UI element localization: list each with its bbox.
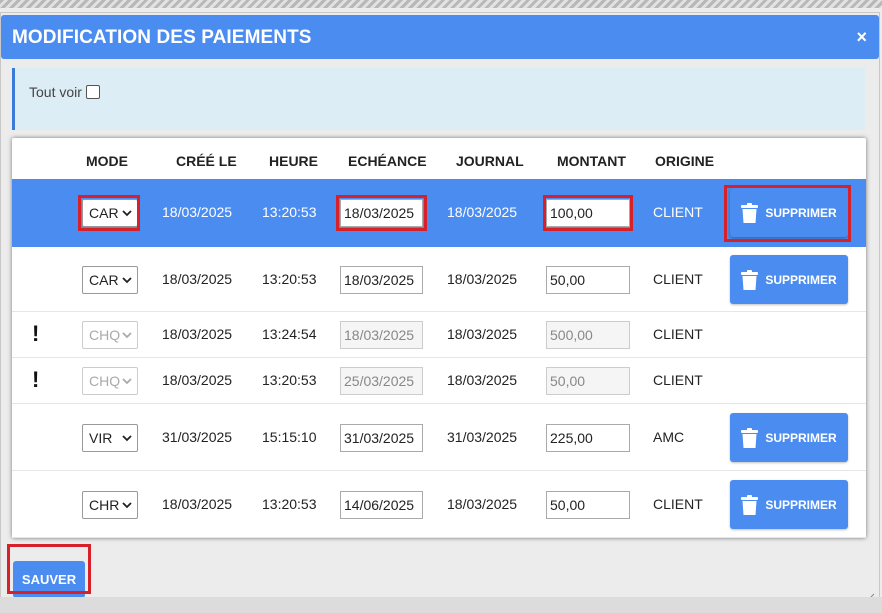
trash-icon: [741, 494, 759, 515]
created-time: 15:15:10: [262, 429, 317, 445]
due-date-input[interactable]: 18/03/2025: [340, 266, 423, 294]
show-all-toggle[interactable]: Tout voir: [29, 84, 100, 100]
background-stripe: [0, 0, 882, 8]
table-row[interactable]: ! CHQ 18/03/2025 13:24:54 18/03/2025 18/03/20…: [12, 312, 866, 358]
origin-value: CLIENT: [653, 271, 703, 287]
journal-date: 18/03/2025: [447, 496, 518, 512]
due-date-input[interactable]: 31/03/2025: [340, 424, 423, 452]
origin-value: CLIENT: [653, 204, 703, 220]
created-date: 18/03/2025: [162, 204, 233, 220]
table-row[interactable]: CAR 18/03/2025 13:20:53 18/03/2025 18/03/202…: [12, 247, 866, 312]
journal-date: 18/03/2025: [447, 372, 518, 388]
show-all-label: Tout voir: [29, 84, 82, 100]
chevron-down-icon: [122, 210, 132, 217]
created-time: 13:20:53: [262, 271, 317, 287]
created-date: 18/03/2025: [162, 372, 233, 388]
mode-value: CHQ: [89, 327, 121, 343]
delete-button[interactable]: SUPPRIMER: [730, 480, 848, 529]
chevron-down-icon: [122, 277, 132, 284]
created-time: 13:20:53: [262, 204, 317, 220]
chevron-down-icon: [122, 435, 132, 442]
trash-icon: [741, 269, 759, 290]
delete-button[interactable]: SUPPRIMER: [730, 255, 848, 304]
mode-value: CAR: [89, 205, 119, 221]
origin-value: CLIENT: [653, 326, 703, 342]
payments-table: MODE CRÉÉ LE HEURE ECHÉANCE JOURNAL MONT…: [12, 138, 866, 538]
column-header-mode: MODE: [86, 153, 128, 169]
origin-value: AMC: [653, 429, 685, 445]
created-time: 13:24:54: [262, 326, 317, 342]
created-time: 13:20:53: [262, 496, 317, 512]
modal-header: MODIFICATION DES PAIEMENTS ×: [1, 15, 879, 59]
due-date-input[interactable]: 14/06/2025: [340, 491, 423, 519]
origin-value: CLIENT: [653, 496, 703, 512]
trash-icon: [741, 427, 759, 448]
trash-icon: [741, 202, 759, 223]
created-date: 18/03/2025: [162, 326, 233, 342]
journal-date: 31/03/2025: [447, 429, 518, 445]
table-row[interactable]: CHR 18/03/2025 13:20:53 14/06/2025 18/03/202…: [12, 471, 866, 538]
delete-button[interactable]: SUPPRIMER: [730, 188, 848, 237]
table-row[interactable]: VIR 31/03/2025 15:15:10 31/03/2025 31/03/202…: [12, 404, 866, 471]
delete-label: SUPPRIMER: [765, 205, 837, 220]
table-row[interactable]: ! CHQ 18/03/2025 13:20:53 25/03/2025 18/03/20…: [12, 358, 866, 404]
table-row[interactable]: CAR 18/03/2025 13:20:53 18/03/2025 18/03/202…: [12, 179, 866, 247]
created-date: 18/03/2025: [162, 271, 233, 287]
due-date-input: 25/03/2025: [340, 367, 423, 395]
amount-input: 50,00: [546, 367, 630, 395]
chevron-down-icon: [122, 332, 132, 339]
close-icon[interactable]: ×: [856, 27, 867, 47]
show-all-checkbox[interactable]: [85, 85, 100, 99]
exclamation-icon: !: [32, 321, 40, 346]
delete-label: SUPPRIMER: [765, 430, 837, 445]
column-header-origin: ORIGINE: [655, 153, 715, 169]
mode-select[interactable]: CHR: [82, 491, 138, 519]
amount-input[interactable]: 50,00: [546, 266, 630, 294]
due-date-input: 18/03/2025: [340, 321, 423, 349]
amount-input: 500,00: [546, 321, 630, 349]
chevron-down-icon: [122, 502, 132, 509]
mode-select: CHQ: [82, 367, 138, 395]
mode-select[interactable]: VIR: [82, 424, 138, 452]
journal-date: 18/03/2025: [447, 204, 518, 220]
created-date: 18/03/2025: [162, 496, 233, 512]
filter-panel: Tout voir: [12, 68, 865, 130]
journal-date: 18/03/2025: [447, 271, 518, 287]
mode-select[interactable]: CAR: [82, 266, 138, 294]
amount-input[interactable]: 100,00: [546, 199, 630, 227]
mode-select[interactable]: CAR: [82, 199, 138, 227]
exclamation-icon: !: [32, 367, 40, 392]
created-time: 13:20:53: [262, 372, 317, 388]
chevron-down-icon: [122, 378, 132, 385]
journal-date: 18/03/2025: [447, 326, 518, 342]
origin-value: CLIENT: [653, 372, 703, 388]
due-date-input[interactable]: 18/03/2025: [340, 199, 423, 227]
column-header-due: ECHÉANCE: [348, 153, 427, 169]
column-header-amount: MONTANT: [557, 153, 626, 169]
amount-input[interactable]: 225,00: [546, 424, 630, 452]
column-header-time: HEURE: [269, 153, 319, 169]
payments-modal: MODIFICATION DES PAIEMENTS × Tout voir M…: [0, 12, 880, 610]
column-header-journal: JOURNAL: [456, 153, 524, 169]
amount-input[interactable]: 50,00: [546, 491, 630, 519]
mode-value: VIR: [89, 430, 113, 446]
mode-select: CHQ: [82, 321, 138, 349]
mode-value: CHR: [89, 497, 120, 513]
delete-label: SUPPRIMER: [765, 497, 837, 512]
mode-value: CAR: [89, 272, 119, 288]
delete-label: SUPPRIMER: [765, 272, 837, 287]
modal-title: MODIFICATION DES PAIEMENTS: [12, 27, 312, 48]
delete-button[interactable]: SUPPRIMER: [730, 413, 848, 462]
column-header-created: CRÉÉ LE: [176, 153, 237, 169]
mode-value: CHQ: [89, 373, 121, 389]
created-date: 31/03/2025: [162, 429, 233, 445]
background-strip: [0, 597, 882, 613]
save-button[interactable]: SAUVER: [13, 561, 85, 598]
